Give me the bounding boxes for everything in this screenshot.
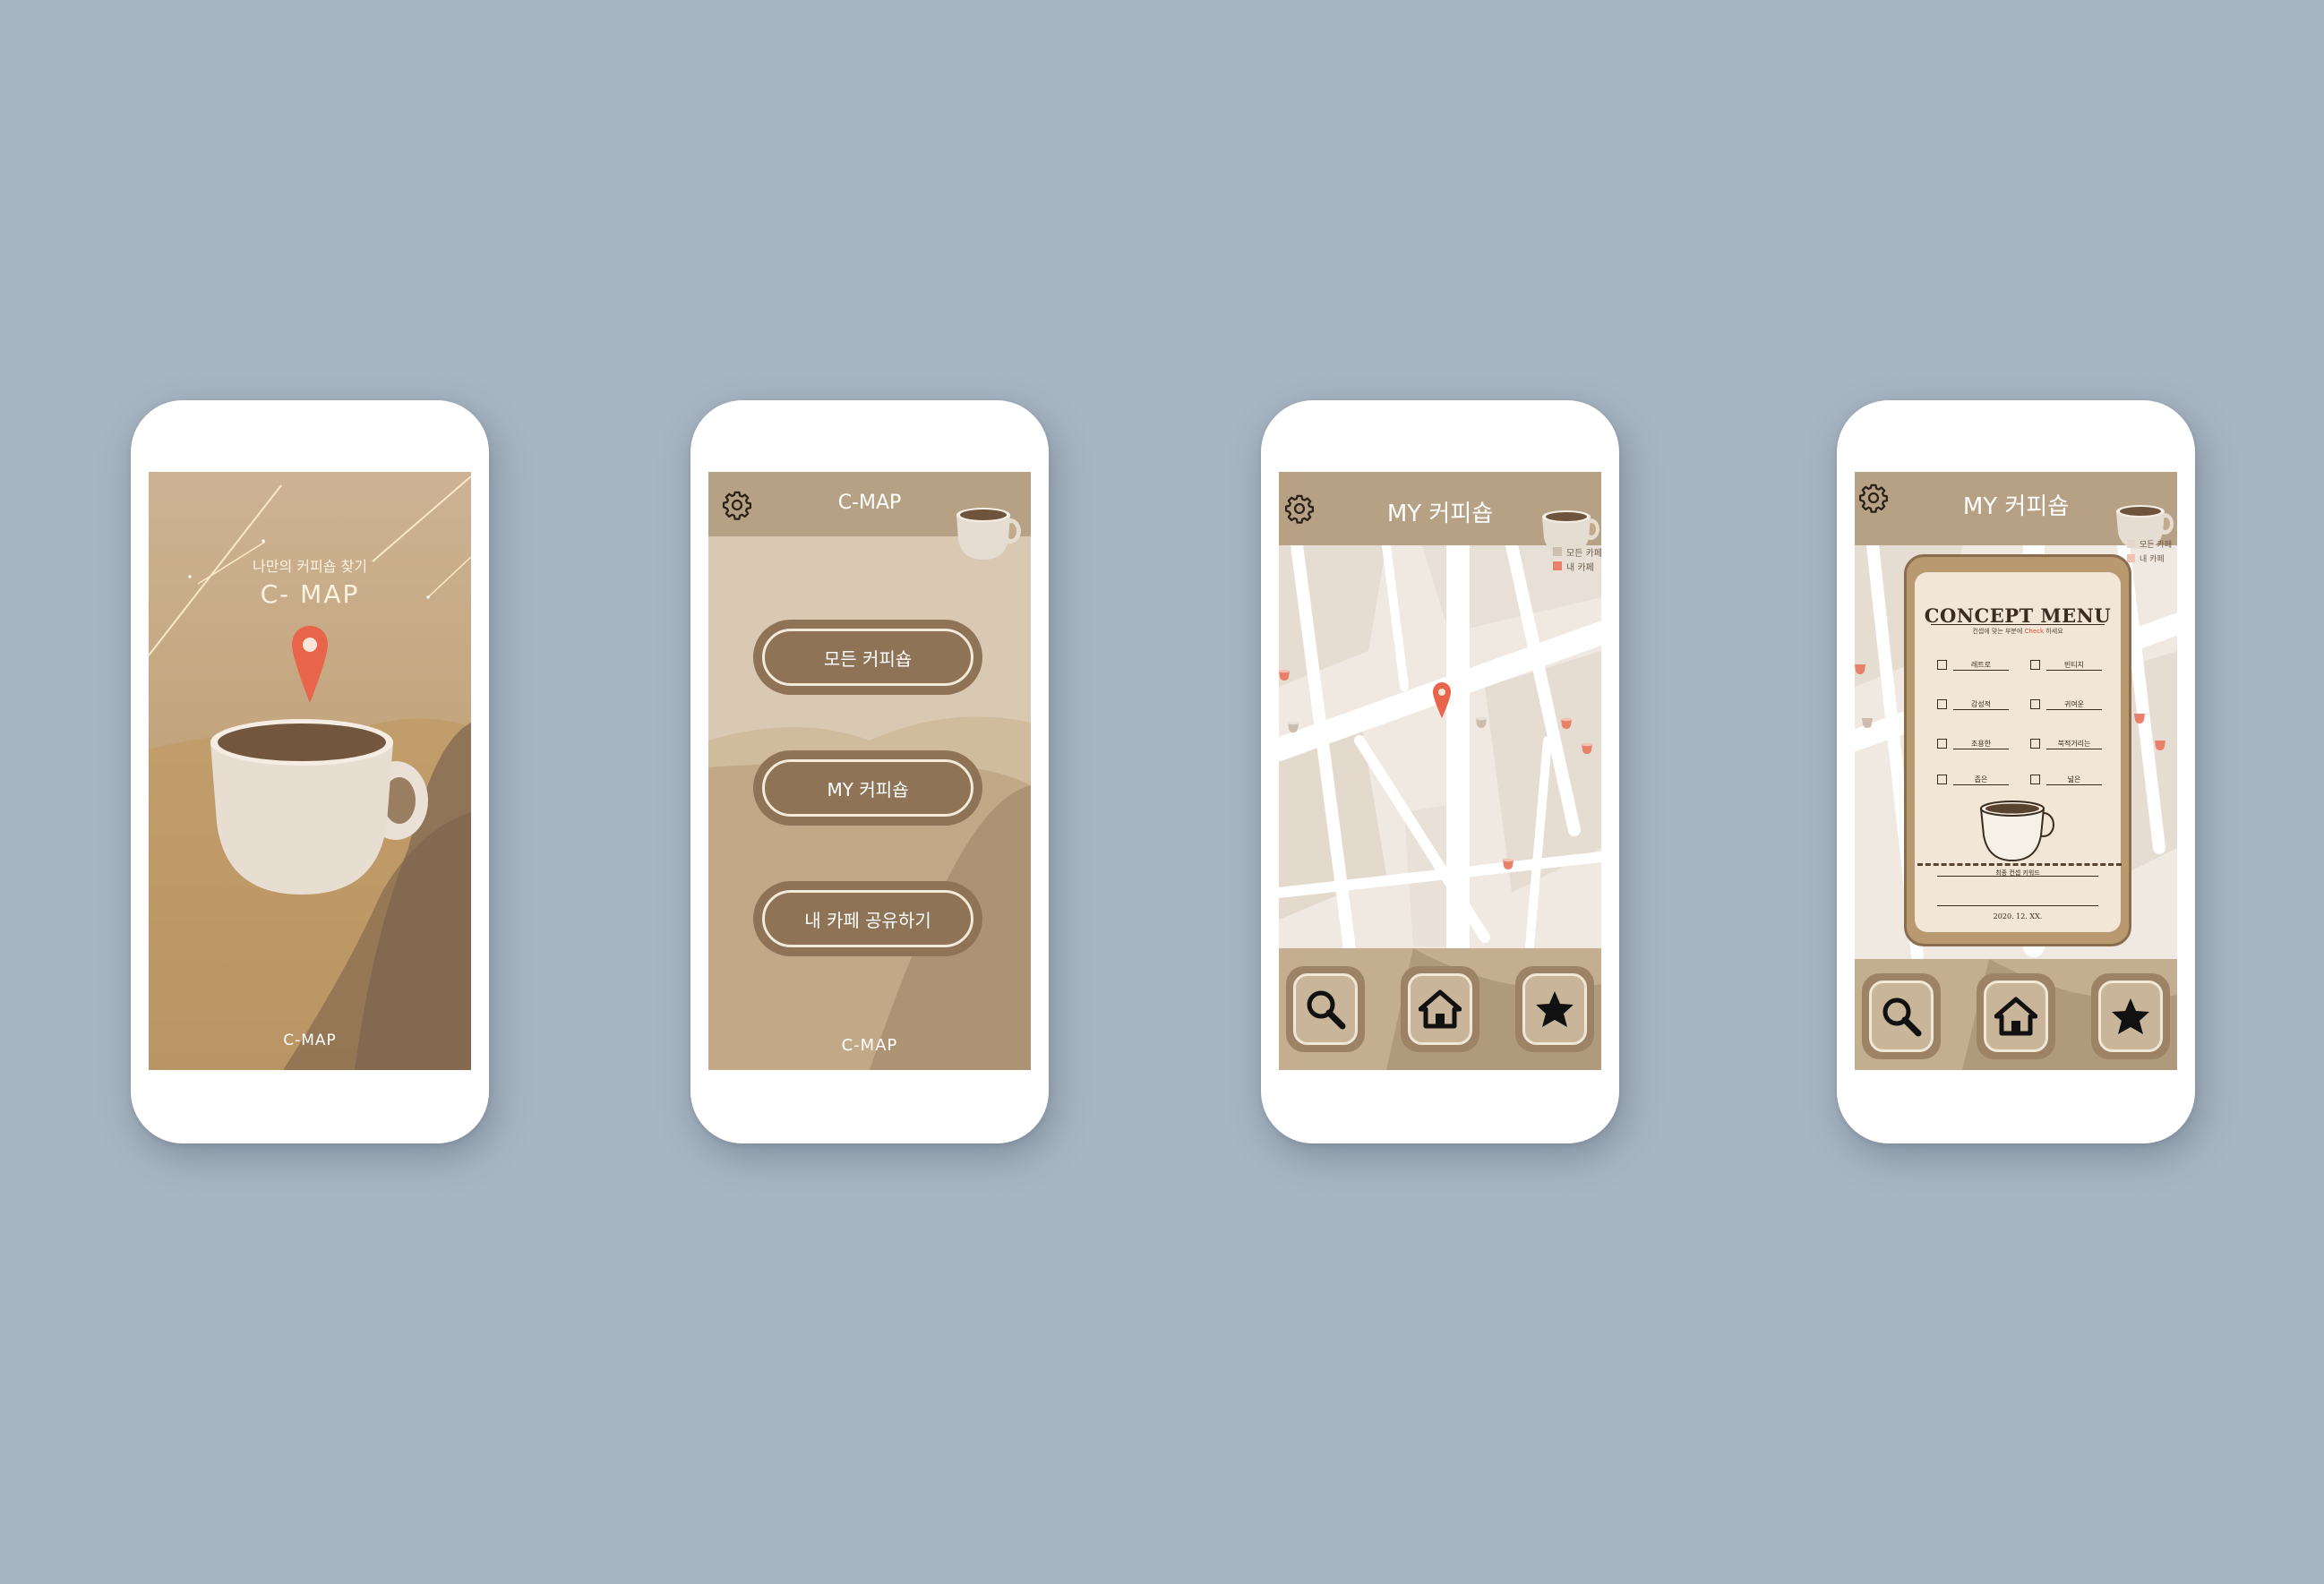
- nav-favorites-button[interactable]: [2091, 973, 2170, 1059]
- checkbox[interactable]: [1937, 775, 1947, 784]
- nav-home-button[interactable]: [1977, 973, 2055, 1059]
- checkbox[interactable]: [2030, 775, 2040, 784]
- dashed-divider: [1917, 863, 2122, 866]
- home-footer: C-MAP: [841, 1036, 898, 1055]
- splash-screen: 나만의 커피숍 찾기 C- MAP C-MAP: [149, 472, 471, 1070]
- nav-home-button[interactable]: [1401, 966, 1479, 1052]
- nav-search-button[interactable]: [1286, 966, 1365, 1052]
- checkbox[interactable]: [2030, 739, 2040, 749]
- all-coffeeshops-button[interactable]: 모든 커피숍: [756, 622, 980, 692]
- concept-screen: MY 커피숍 모든 카페 내 카페 CONCEPT MENU 컨셉에 맞는 부분…: [1855, 472, 2177, 1070]
- phone-concept-menu: MY 커피숍 모든 카페 내 카페 CONCEPT MENU 컨셉에 맞는 부분…: [1837, 400, 2195, 1143]
- checkbox[interactable]: [1937, 660, 1947, 670]
- search-icon: [1307, 990, 1346, 1030]
- checkbox[interactable]: [2030, 699, 2040, 709]
- splash-footer: C-MAP: [283, 1032, 337, 1049]
- all-coffeeshops-label: 모든 커피숍: [762, 629, 973, 686]
- bottom-nav: [1855, 959, 2177, 1070]
- checkbox[interactable]: [1937, 699, 1947, 709]
- home-screen: C-MAP 모든 커피숍 MY 커피숍 내 카페 공유하기 C-MAP: [708, 472, 1031, 1070]
- phone-map: MY 커피숍 모든 카페 내 카페: [1261, 400, 1619, 1143]
- search-icon: [1882, 997, 1922, 1037]
- keyword-input-line[interactable]: [1937, 905, 2098, 906]
- star-icon: [2112, 998, 2149, 1034]
- phone-home: C-MAP 모든 커피숍 MY 커피숍 내 카페 공유하기 C-MAP: [690, 400, 1049, 1143]
- share-my-cafe-button[interactable]: 내 카페 공유하기: [756, 884, 980, 954]
- checkbox[interactable]: [1937, 739, 1947, 749]
- home-icon: [1994, 997, 2037, 1036]
- nav-search-button[interactable]: [1862, 973, 1941, 1059]
- coffee-cup-icon: [1979, 801, 2054, 862]
- checkbox[interactable]: [2030, 660, 2040, 670]
- card-date: 2020. 12. XX.: [1993, 912, 2043, 920]
- my-coffeeshop-label: MY 커피숍: [762, 759, 973, 817]
- share-my-cafe-label: 내 카페 공유하기: [762, 890, 973, 947]
- location-pin-icon: [292, 626, 328, 703]
- star-icon: [1536, 991, 1574, 1027]
- splash-title: C- MAP: [260, 579, 360, 609]
- map-screen: MY 커피숍 모든 카페 내 카페: [1279, 472, 1601, 1070]
- caption-divider: [1937, 876, 2098, 877]
- phone-splash: 나만의 커피숍 찾기 C- MAP C-MAP: [131, 400, 489, 1143]
- coffee-cup-icon: [956, 508, 1021, 560]
- home-icon: [1419, 989, 1462, 1029]
- nav-favorites-button[interactable]: [1515, 966, 1594, 1052]
- bottom-nav: [1279, 948, 1601, 1070]
- title-divider: [1931, 624, 2105, 625]
- splash-tagline: 나만의 커피숍 찾기: [253, 558, 367, 575]
- concept-menu-instruction: 컨셉에 맞는 부분에 Check 하세요: [1972, 628, 2063, 635]
- my-coffeeshop-button[interactable]: MY 커피숍: [756, 753, 980, 823]
- coffee-cup-icon: [210, 719, 428, 895]
